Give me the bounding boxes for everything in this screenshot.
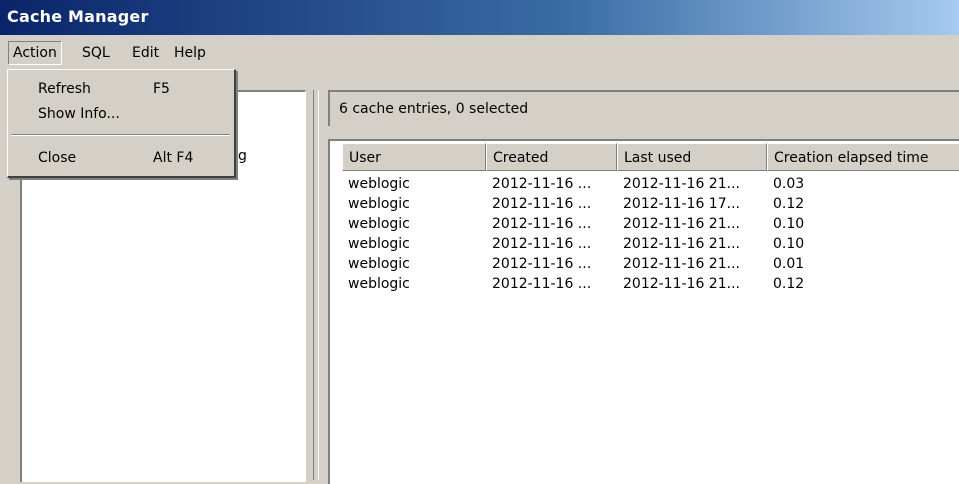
table-cell: 2012-11-16 21... [623, 256, 740, 272]
column-header-created[interactable]: Created [486, 143, 617, 171]
table-row[interactable]: weblogic 2012-11-16 ... 2012-11-16 21... 0.… [342, 174, 959, 194]
window-title: Cache Manager [7, 7, 149, 26]
table-body: weblogic 2012-11-16 ... 2012-11-16 21... 0.… [342, 174, 959, 294]
table-cell: weblogic [348, 236, 410, 252]
table-cell: 2012-11-16 ... [492, 236, 592, 252]
table-header: User Created Last used Creation elapsed … [342, 143, 959, 173]
table-cell: weblogic [348, 216, 410, 232]
menu-item-show-info-label: Show Info... [38, 106, 120, 122]
table-cell: 2012-11-16 ... [492, 176, 592, 192]
menu-item-show-info[interactable]: Show Info... [8, 103, 233, 125]
table-cell: 2012-11-16 17... [623, 196, 740, 212]
title-bar[interactable]: Cache Manager [0, 0, 959, 35]
table-cell: weblogic [348, 176, 410, 192]
action-menu-dropdown: Refresh F5 Show Info... Close Alt F4 [7, 69, 236, 178]
table-cell: 0.12 [773, 276, 805, 292]
menu-edit[interactable]: Edit [128, 42, 163, 64]
table-cell: 2012-11-16 21... [623, 216, 740, 232]
status-box: 6 cache entries, 0 selected [328, 90, 959, 126]
menu-item-refresh-shortcut: F5 [153, 81, 170, 97]
menu-separator [11, 134, 230, 136]
table-cell: 2012-11-16 ... [492, 196, 592, 212]
table-cell: weblogic [348, 196, 410, 212]
table-cell: 0.10 [773, 236, 805, 252]
column-header-creation-elapsed-time[interactable]: Creation elapsed time [767, 143, 959, 171]
table-cell: 2012-11-16 ... [492, 276, 592, 292]
table-cell: 0.10 [773, 216, 805, 232]
table-cell: weblogic [348, 256, 410, 272]
table-cell: 0.12 [773, 196, 805, 212]
menu-item-refresh-label: Refresh [38, 81, 91, 97]
column-header-user[interactable]: User [342, 143, 486, 171]
table-cell: 2012-11-16 ... [492, 256, 592, 272]
table-row[interactable]: weblogic 2012-11-16 ... 2012-11-16 21... 0.… [342, 254, 959, 274]
menu-item-close-label: Close [38, 150, 77, 166]
table-cell: 0.01 [773, 256, 805, 272]
table-row[interactable]: weblogic 2012-11-16 ... 2012-11-16 17... 0.… [342, 194, 959, 214]
menu-action[interactable]: Action [8, 41, 62, 65]
table-cell: 0.03 [773, 176, 805, 192]
table-cell: weblogic [348, 276, 410, 292]
menu-item-close[interactable]: Close Alt F4 [8, 147, 233, 169]
menu-bar: Action SQL Edit Help [0, 35, 959, 69]
cache-table: User Created Last used Creation elapsed … [328, 139, 959, 484]
table-row[interactable]: weblogic 2012-11-16 ... 2012-11-16 21... 0.… [342, 234, 959, 254]
table-cell: 2012-11-16 21... [623, 236, 740, 252]
menu-item-close-shortcut: Alt F4 [153, 150, 194, 166]
status-text: 6 cache entries, 0 selected [339, 101, 529, 117]
menu-help[interactable]: Help [170, 42, 210, 64]
table-row[interactable]: weblogic 2012-11-16 ... 2012-11-16 21... 0.… [342, 274, 959, 294]
table-cell: 2012-11-16 ... [492, 216, 592, 232]
table-row[interactable]: weblogic 2012-11-16 ... 2012-11-16 21... 0.… [342, 214, 959, 234]
table-cell: 2012-11-16 21... [623, 276, 740, 292]
menu-sql[interactable]: SQL [78, 42, 114, 64]
tree-item-partial[interactable]: g [238, 148, 247, 164]
menu-item-refresh[interactable]: Refresh F5 [8, 78, 233, 100]
table-cell: 2012-11-16 21... [623, 176, 740, 192]
panel-splitter[interactable] [313, 90, 319, 480]
column-header-last-used[interactable]: Last used [617, 143, 767, 171]
